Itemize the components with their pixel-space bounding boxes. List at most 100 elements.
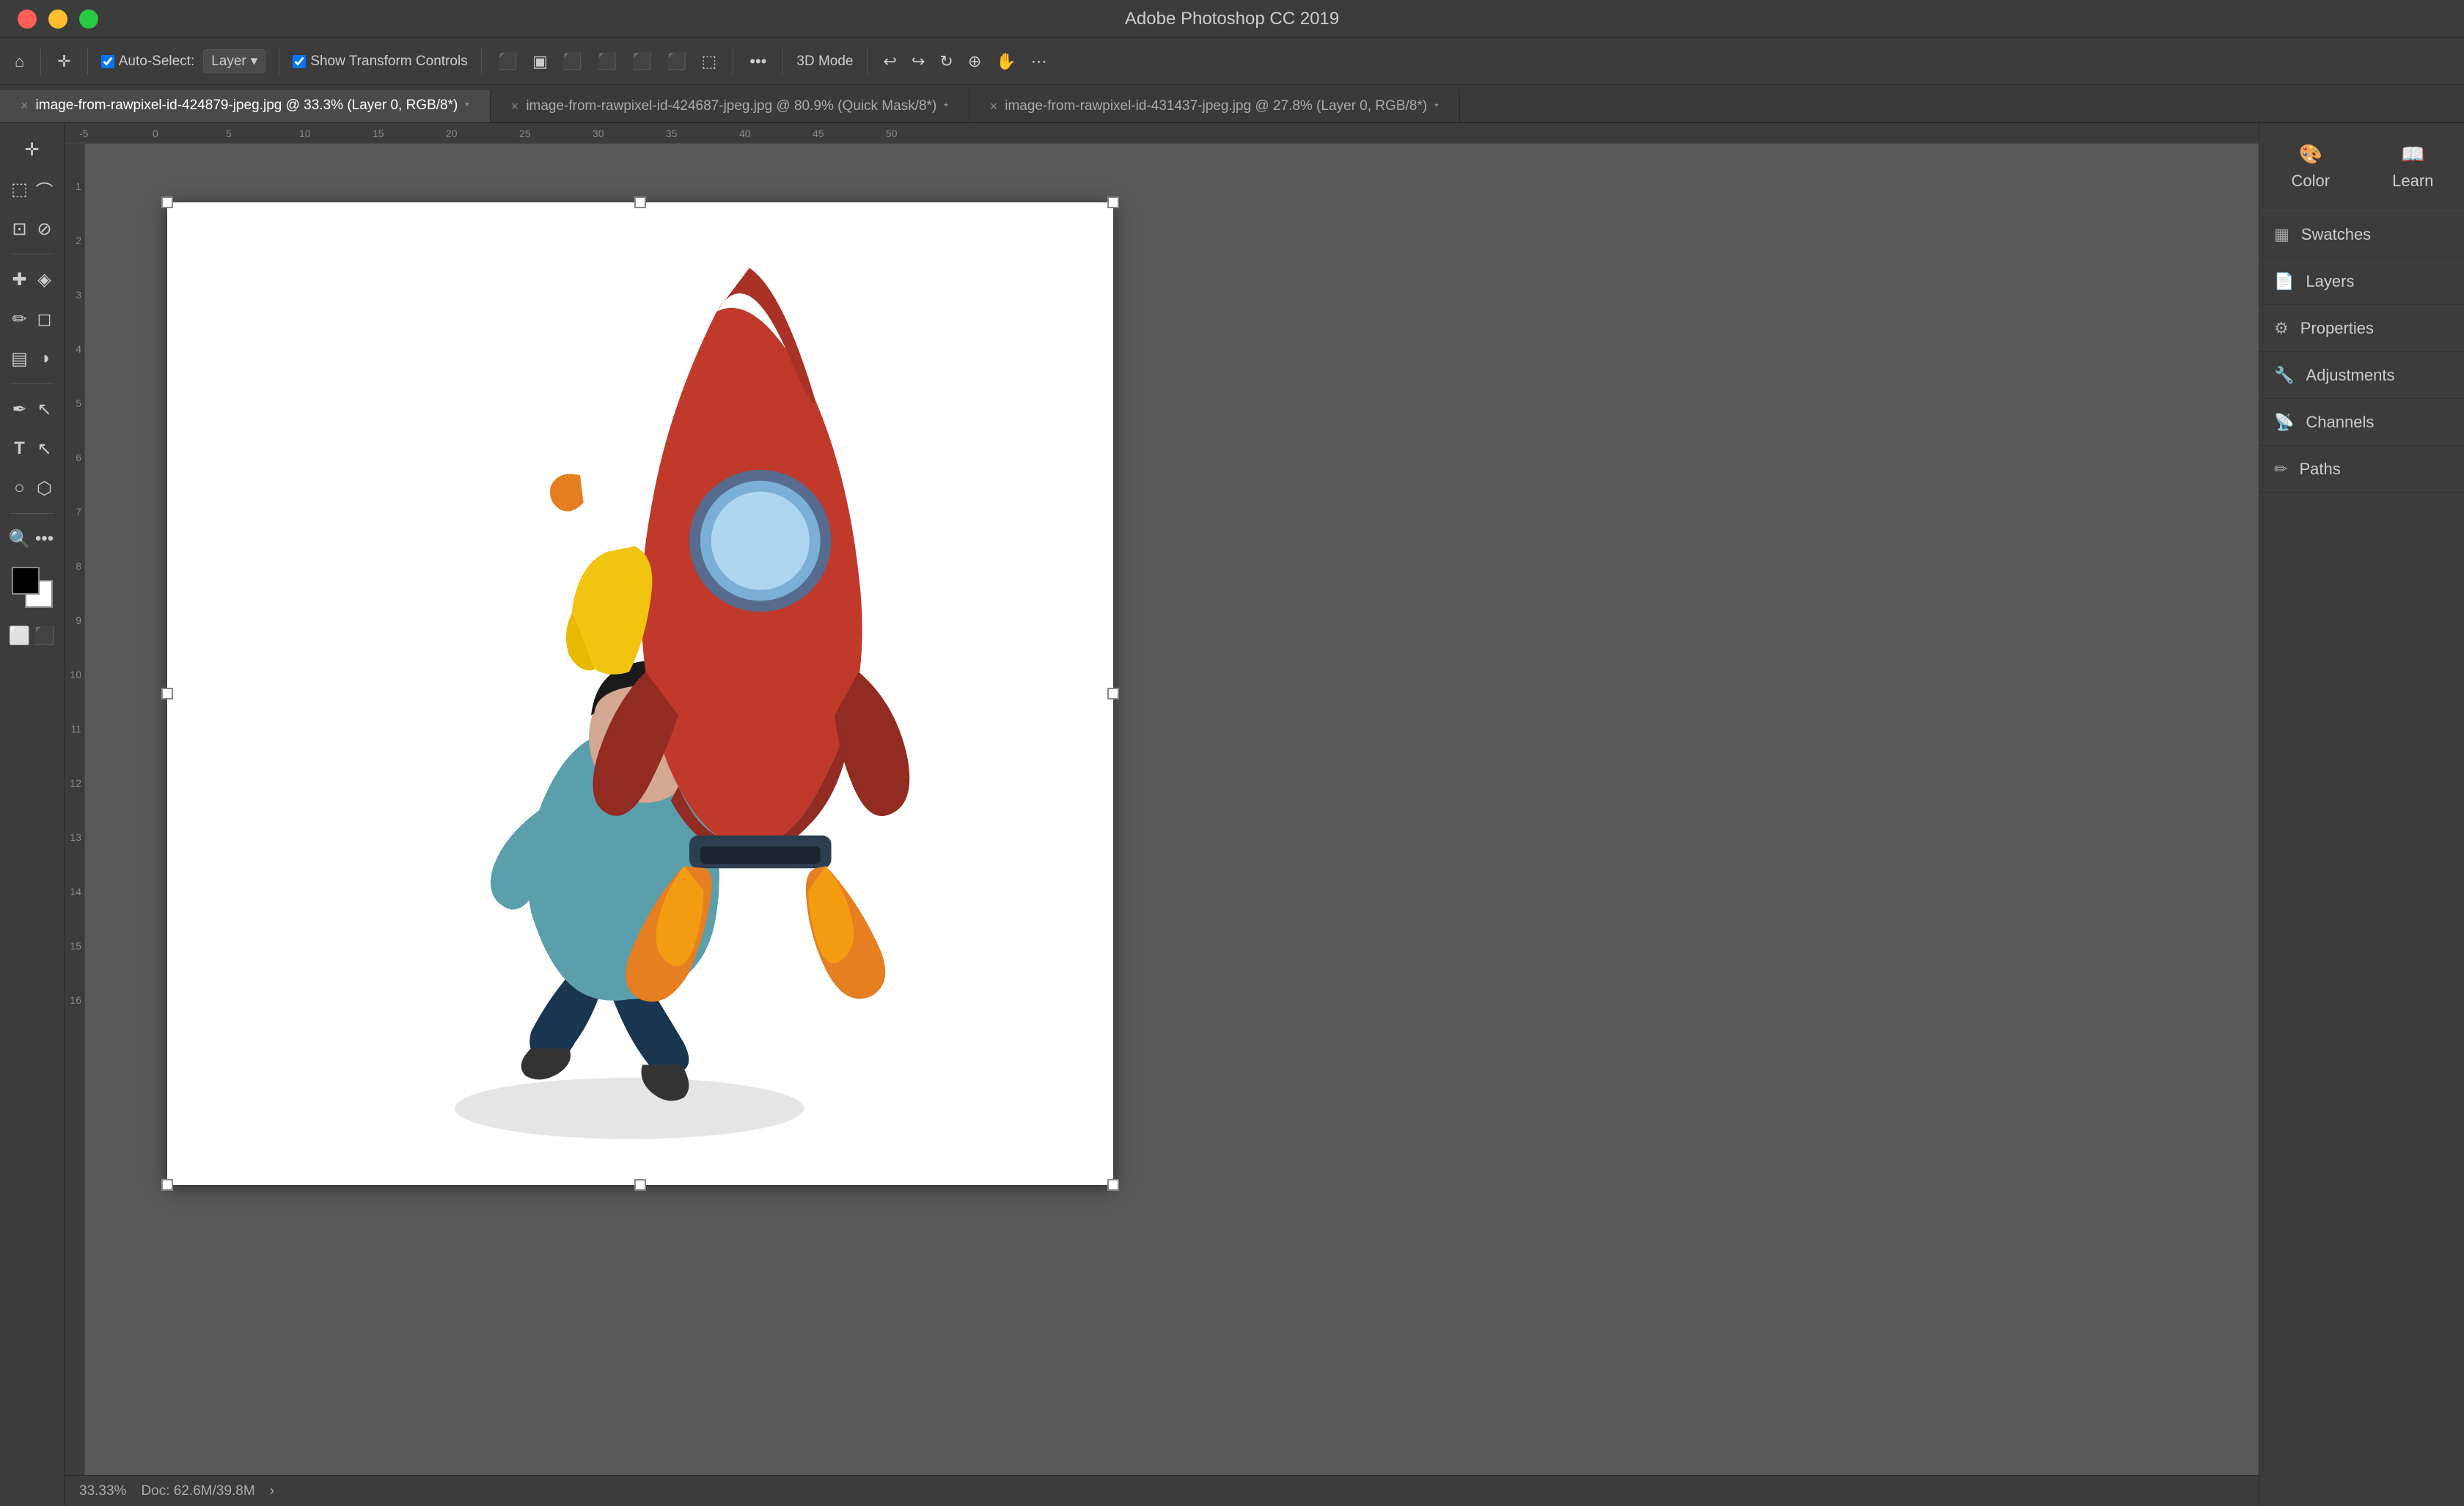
ruler-left-9: 9: [76, 614, 84, 626]
extra-tools-icon[interactable]: •••: [33, 520, 56, 558]
expand-icon[interactable]: ›: [270, 1483, 274, 1499]
zoom-icon[interactable]: 🔍: [8, 520, 32, 558]
crop-icon[interactable]: ⊡: [8, 210, 32, 248]
brush-icon[interactable]: ✏: [8, 300, 32, 338]
ruler-left-8: 8: [76, 560, 84, 572]
rpi-layers-label: Layers: [2306, 272, 2354, 291]
ruler-mark-40: 40: [739, 128, 751, 139]
nav-tools: 🔍 •••: [8, 520, 56, 558]
stamp-icon[interactable]: ◈: [33, 260, 56, 298]
right-panel: 🎨 Color 📖 Learn ▦ Swatches 📄 Layers ⚙ Pr…: [2259, 123, 2464, 1506]
screen-mode-icon[interactable]: ⬛: [33, 617, 56, 655]
move-tool-icon[interactable]: ✛: [9, 131, 56, 169]
gradient-icon[interactable]: ▤: [8, 339, 32, 378]
ruler-left-4: 4: [76, 343, 84, 355]
home-icon[interactable]: ⌂: [12, 49, 27, 74]
tab-close-2[interactable]: ×: [990, 99, 998, 114]
rpi-adjustments-label: Adjustments: [2306, 366, 2394, 385]
rpi-channels[interactable]: 📡 Channels: [2259, 399, 2464, 446]
rotate-icon[interactable]: ↻: [936, 49, 956, 74]
lasso-icon[interactable]: ⌒: [33, 170, 56, 208]
show-transform-label: Show Transform Controls: [310, 54, 467, 70]
ruler-mark-20: 20: [446, 128, 458, 139]
rect-select-icon[interactable]: ⬚: [8, 170, 32, 208]
redo-icon[interactable]: ↪: [909, 49, 928, 74]
eyedropper-icon[interactable]: ⊘: [33, 210, 56, 248]
quick-mask-icon[interactable]: ⬜: [8, 617, 32, 655]
align-right-icon[interactable]: ⬛: [560, 49, 585, 74]
pen-tools: ✒ ↖: [8, 390, 56, 428]
foreground-color-chip[interactable]: [12, 567, 40, 595]
move-icon[interactable]: ✛: [54, 49, 73, 74]
align-left-icon[interactable]: ⬛: [495, 49, 521, 74]
rpi-channels-label: Channels: [2306, 413, 2374, 432]
rpi-adjustments[interactable]: 🔧 Adjustments: [2259, 352, 2464, 399]
rp-tab-learn[interactable]: 📖 Learn: [2362, 123, 2464, 211]
maximize-button[interactable]: [79, 10, 98, 29]
dropdown-arrow: ▾: [251, 53, 258, 70]
tab-0[interactable]: × image-from-rawpixel-id-424879-jpeg.jpg…: [0, 90, 491, 122]
path-select-icon[interactable]: ↖: [33, 390, 56, 428]
ruler-left-14: 14: [70, 886, 84, 897]
pen-icon[interactable]: ✒: [8, 390, 32, 428]
ruler-left-11: 11: [70, 723, 84, 735]
tab-close-0[interactable]: ×: [21, 98, 29, 114]
document-illustration: [167, 202, 1113, 1185]
align-top-icon[interactable]: ⬛: [594, 49, 620, 74]
toolbar-separator-7: [867, 48, 868, 75]
tab-modified-1: *: [944, 100, 947, 112]
tab-2[interactable]: × image-from-rawpixel-id-431437-jpeg.jpg…: [969, 90, 1460, 122]
color-chips[interactable]: [12, 567, 53, 608]
tabs: × image-from-rawpixel-id-424879-jpeg.jpg…: [0, 85, 2464, 123]
ruler-left-6: 6: [76, 452, 84, 463]
canvas-area[interactable]: -5 0 5 10 15 20 25 30 35 40 45 50 1 2 3 …: [65, 123, 2259, 1506]
heal-icon[interactable]: ✚: [8, 260, 32, 298]
rp-tab-color[interactable]: 🎨 Color: [2259, 123, 2362, 211]
ruler-left-16: 16: [70, 994, 84, 1006]
ruler-left-10: 10: [70, 669, 84, 680]
layer-dropdown[interactable]: Layer ▾: [203, 49, 265, 73]
rpi-layers[interactable]: 📄 Layers: [2259, 258, 2464, 305]
ruler-top: -5 0 5 10 15 20 25 30 35 40 45 50: [65, 123, 2259, 144]
undo-icon[interactable]: ↩: [881, 49, 900, 74]
ruler-mark-5: 5: [226, 128, 232, 139]
main-area: ✛ ⬚ ⌒ ⊡ ⊘ ✚ ◈ ✏ ◻ ▤ ◑ ✒ ↖ T ↖: [0, 123, 2464, 1506]
toolbar: ⌂ ✛ Auto-Select: Layer ▾ Show Transform …: [0, 38, 2464, 85]
minimize-button[interactable]: [48, 10, 67, 29]
rpi-paths[interactable]: ✏ Paths: [2259, 446, 2464, 493]
rpi-paths-label: Paths: [2299, 460, 2340, 479]
eraser-icon[interactable]: ◻: [33, 300, 56, 338]
ruler-mark-35: 35: [666, 128, 678, 139]
rpi-swatches[interactable]: ▦ Swatches: [2259, 211, 2464, 258]
show-transform-checkbox[interactable]: Show Transform Controls: [293, 54, 467, 70]
tab-1[interactable]: × image-from-rawpixel-id-424687-jpeg.jpg…: [491, 90, 969, 122]
shape-icon[interactable]: ○: [8, 469, 32, 507]
rpi-properties[interactable]: ⚙ Properties: [2259, 305, 2464, 352]
tab-close-1[interactable]: ×: [511, 99, 519, 114]
target-icon[interactable]: ⊕: [965, 49, 984, 74]
dodge-icon[interactable]: ◑: [33, 339, 56, 378]
text-icon[interactable]: T: [8, 430, 32, 468]
tab-modified-0: *: [465, 100, 469, 111]
mode-buttons: ⬜ ⬛: [8, 617, 56, 655]
ruler-mark-10: 10: [299, 128, 311, 139]
document-canvas: [167, 202, 1113, 1185]
auto-select-checkbox[interactable]: Auto-Select:: [101, 54, 195, 70]
right-panel-items: ▦ Swatches 📄 Layers ⚙ Properties 🔧 Adjus…: [2259, 211, 2464, 1506]
transform-icon[interactable]: ↖: [33, 430, 56, 468]
align-middle-icon[interactable]: ⬛: [629, 49, 655, 74]
color-icon: 🎨: [2299, 143, 2322, 166]
shape-tools: ○ ⬡: [8, 469, 56, 507]
more-tools-icon[interactable]: •••: [747, 49, 769, 74]
hand-icon[interactable]: ✋: [993, 49, 1019, 74]
align-center-icon[interactable]: ▣: [529, 49, 551, 74]
canvas-viewport[interactable]: 1 2 3 4 5 6 7 8 9 10 11 12 13 14 15 16: [65, 144, 2259, 1506]
custom-shape-icon[interactable]: ⬡: [33, 469, 56, 507]
extras-icon[interactable]: ⋯: [1028, 49, 1050, 74]
align-bottom-icon[interactable]: ⬛: [664, 49, 689, 74]
close-button[interactable]: [18, 10, 37, 29]
ruler-mark-neg5: -5: [79, 128, 88, 139]
swatches-icon: ▦: [2274, 225, 2289, 244]
distribute-icon[interactable]: ⬚: [699, 49, 720, 74]
properties-icon: ⚙: [2274, 319, 2289, 338]
